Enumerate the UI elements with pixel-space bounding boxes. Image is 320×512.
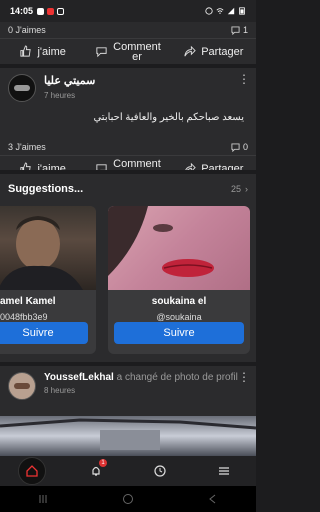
hamburger-menu-icon	[219, 467, 229, 475]
photo-content-icon	[0, 418, 257, 450]
post-counts: 3 J'aimes 0	[0, 139, 256, 155]
person-photo-icon	[0, 216, 83, 290]
post-header: YoussefLekhal a changé de photo de profi…	[0, 366, 256, 406]
follow-button[interactable]: Suivre	[0, 322, 88, 344]
likes-count: 0 J'aimes	[8, 25, 46, 35]
post-activity: a changé de photo de profil	[116, 372, 238, 383]
alarm-icon	[205, 7, 213, 15]
thumbs-up-icon	[20, 45, 32, 57]
more-options-icon[interactable]: ⋮	[238, 73, 250, 85]
post-card-1: 0 J'aimes 1 j'aime Comment er Partager	[0, 22, 256, 64]
suggestions-count: 25	[230, 184, 241, 194]
nav-home[interactable]	[18, 457, 46, 485]
comments-count: 1	[242, 25, 248, 35]
post-image[interactable]	[0, 416, 257, 456]
status-right	[205, 7, 246, 15]
author-avatar[interactable]	[8, 74, 36, 102]
like-button[interactable]: j'aime	[0, 45, 85, 58]
post-header: سميتي عليا 7 heures ⋮	[0, 68, 256, 108]
likes-count: 3 J'aimes	[8, 142, 46, 152]
share-button[interactable]: Partager	[171, 45, 256, 58]
suggestion-name[interactable]: soukaina el	[108, 296, 250, 307]
youtube-icon	[47, 7, 55, 15]
comment-count-icon	[231, 25, 240, 35]
suggestion-card: amel Kamel 0048fbb3e9 Suivre	[0, 206, 96, 354]
instagram-icon	[57, 7, 65, 15]
wifi-icon	[216, 8, 224, 14]
comment-count-icon	[231, 142, 240, 152]
suggestions-see-all[interactable]: 25 ›	[231, 184, 248, 194]
notification-icon	[37, 7, 45, 15]
nav-activity[interactable]	[146, 457, 174, 485]
suggestions-title: Suggestions...	[8, 183, 84, 195]
home-system-icon[interactable]	[122, 493, 134, 505]
author-name[interactable]: سميتي عليا	[44, 74, 238, 87]
more-options-icon[interactable]: ⋮	[238, 371, 250, 383]
post-text: يسعد صباحكم بالخير والعافية احبابتي	[93, 112, 244, 123]
signal-icon	[227, 7, 235, 15]
post-card-2: سميتي عليا 7 heures ⋮ يسعد صباحكم بالخير…	[0, 68, 256, 179]
post-card-3: YoussefLekhal a changé de photo de profi…	[0, 366, 257, 456]
status-time: 14:05	[10, 6, 34, 16]
system-navigation	[0, 486, 256, 512]
clock-icon	[154, 465, 166, 477]
suggestion-photo[interactable]	[108, 206, 250, 290]
person-photo-icon	[108, 206, 214, 277]
comment-button[interactable]: Comment er	[85, 41, 170, 62]
post-actions: j'aime Comment er Partager	[0, 38, 256, 64]
status-bar: 14:05	[0, 0, 256, 22]
comments-count: 0	[242, 142, 248, 152]
recent-apps-icon[interactable]	[37, 493, 49, 505]
bell-icon	[92, 466, 100, 476]
suggestions-section: Suggestions... 25 › amel Kamel 0048fbb3e…	[0, 174, 256, 362]
back-icon[interactable]	[207, 493, 219, 505]
post-counts: 0 J'aimes 1	[0, 22, 256, 38]
post-time: 8 heures	[44, 386, 76, 395]
nav-notifications[interactable]: 1	[82, 457, 110, 485]
suggestion-photo[interactable]	[0, 206, 96, 290]
comment-icon	[96, 47, 107, 58]
chevron-right-icon: ›	[245, 184, 248, 194]
bottom-navigation: 1	[0, 456, 256, 486]
suggestion-handle: @soukaina	[156, 312, 202, 322]
post-time: 7 heures	[44, 91, 76, 100]
home-icon	[26, 465, 38, 477]
battery-icon	[239, 7, 245, 15]
nav-menu[interactable]	[210, 457, 238, 485]
share-icon	[184, 45, 196, 57]
author-avatar[interactable]	[8, 372, 36, 400]
suggestion-card: soukaina el @soukaina Suivre	[108, 206, 250, 354]
notification-badge: 1	[99, 459, 107, 467]
suggestion-handle: 0048fbb3e9	[0, 312, 48, 322]
follow-button[interactable]: Suivre	[114, 322, 244, 344]
suggestion-name[interactable]: amel Kamel	[0, 296, 96, 307]
author-name[interactable]: YoussefLekhal	[44, 372, 114, 383]
